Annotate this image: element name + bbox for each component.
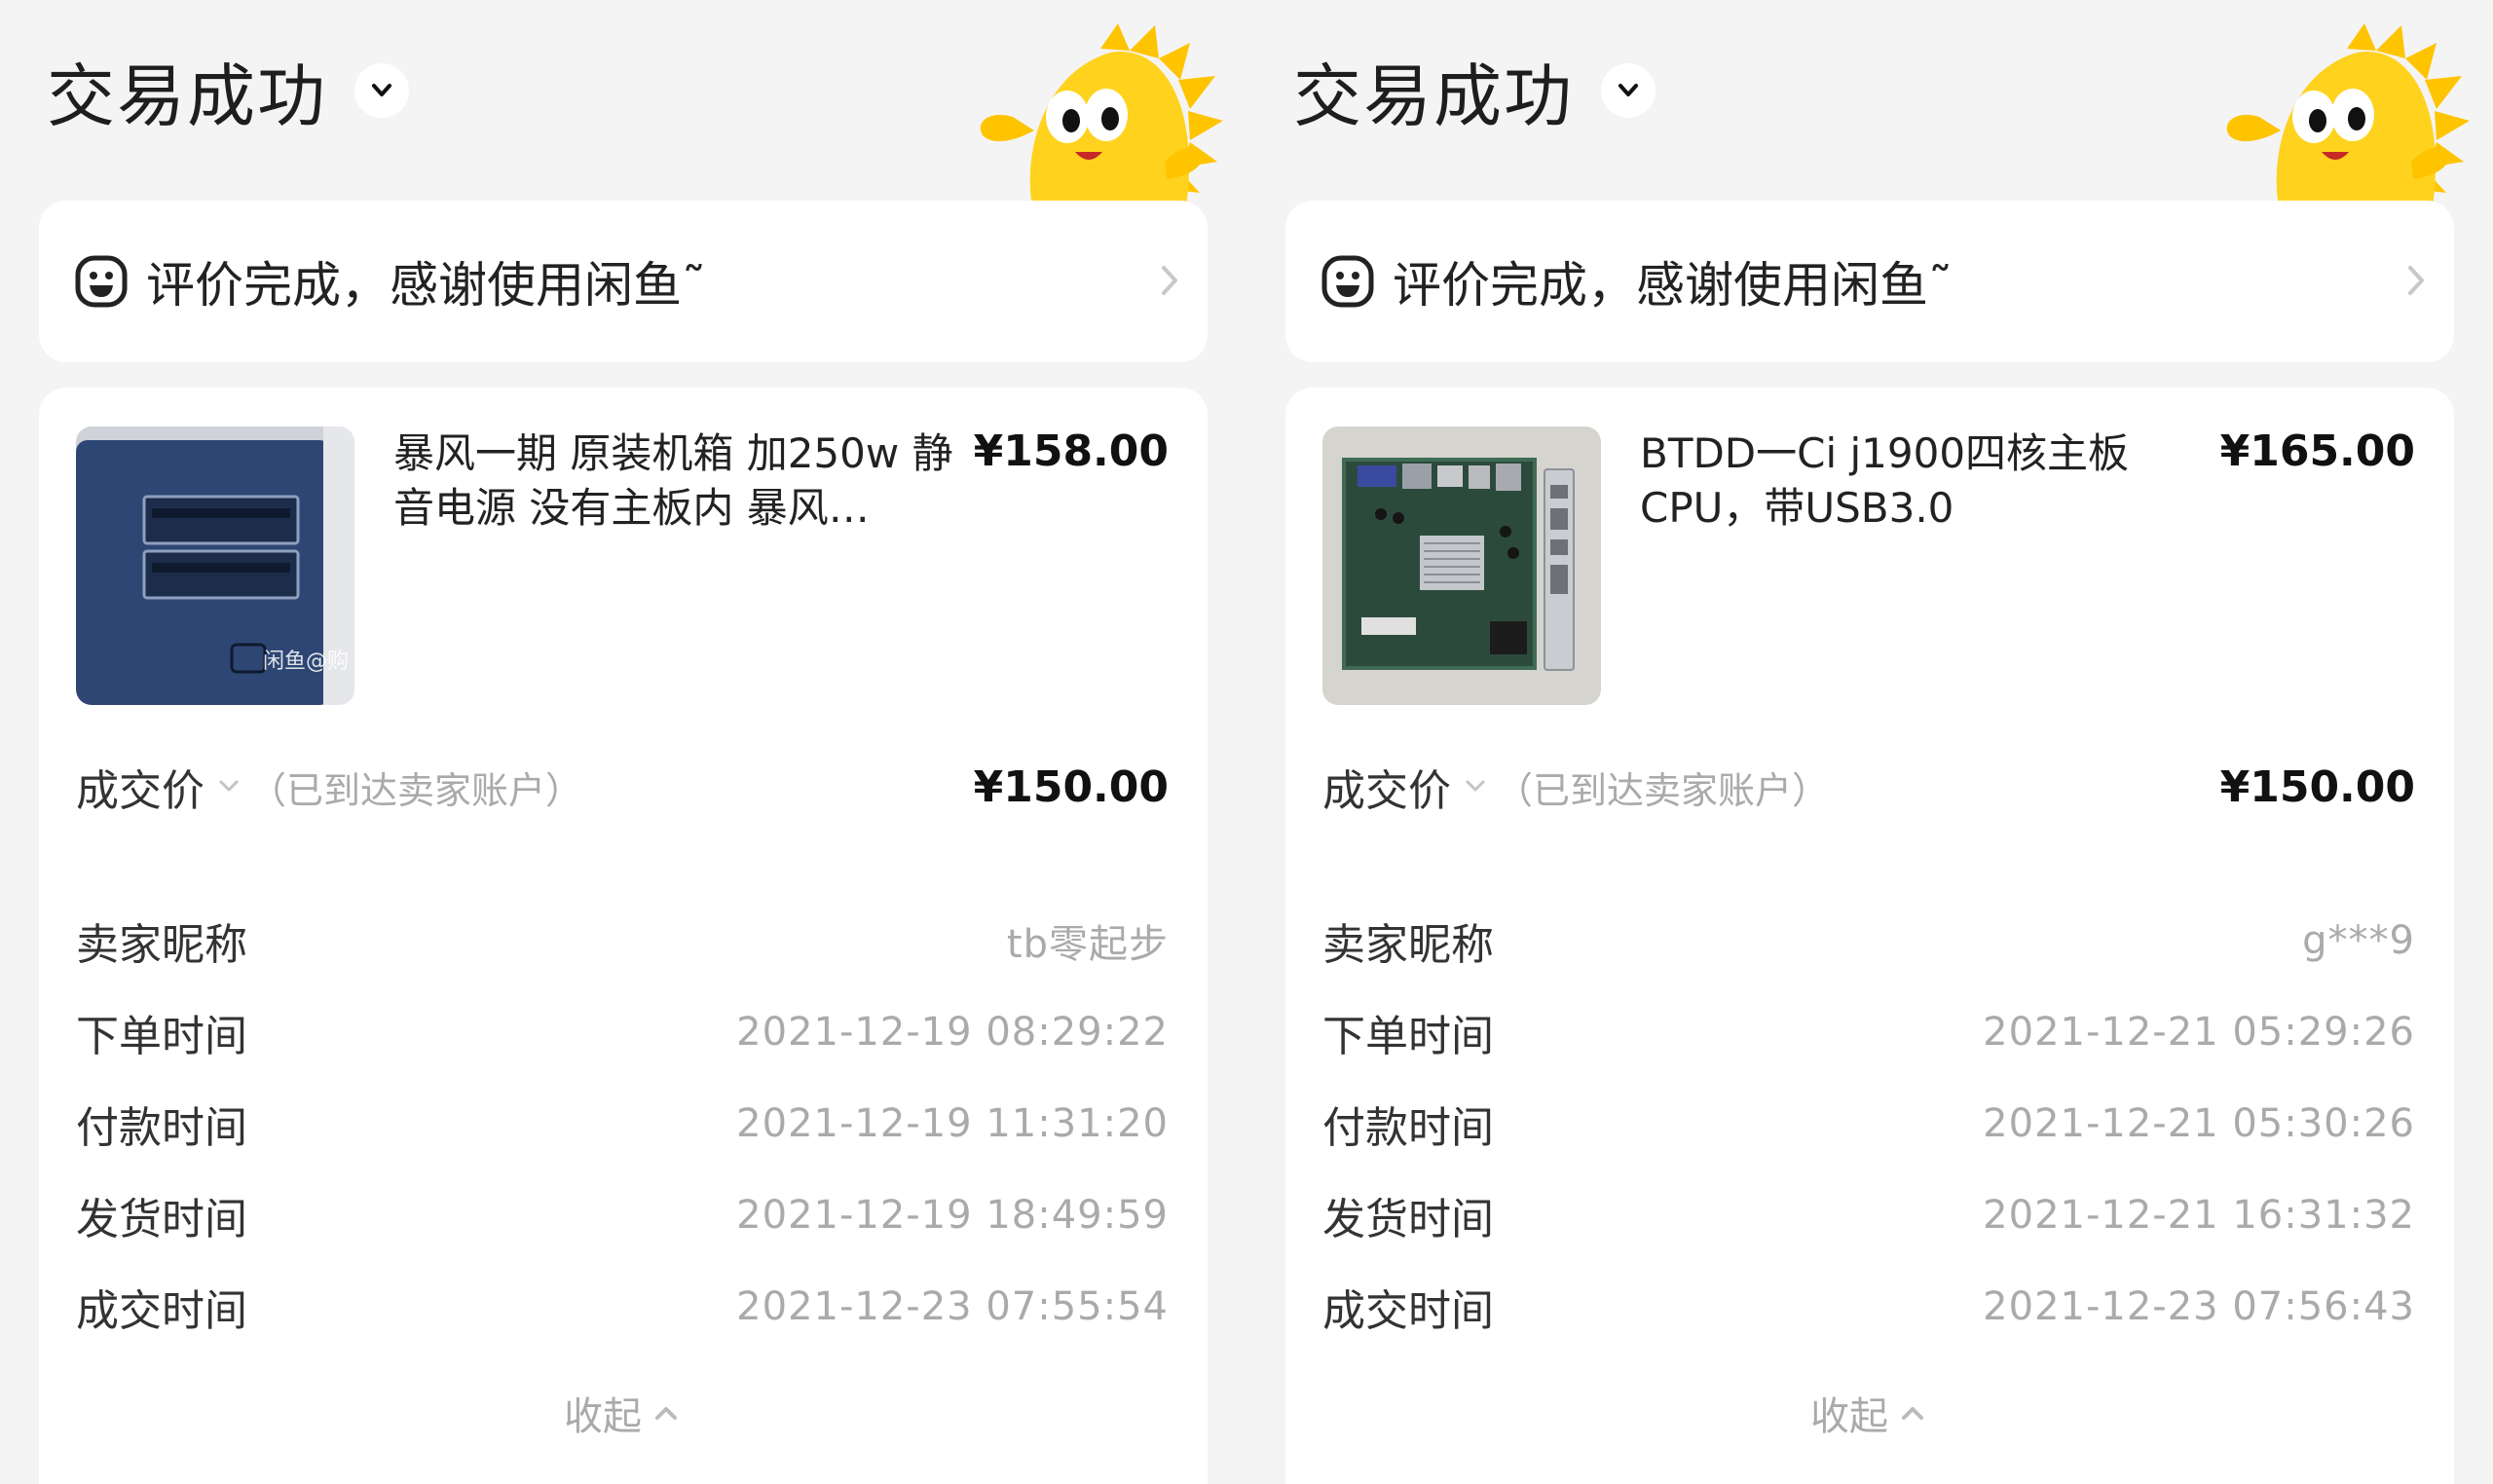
chevron-right-icon [2408, 266, 2424, 295]
chevron-down-icon [1466, 780, 1485, 792]
info-value: 2021-12-19 08:29:22 [736, 1010, 1169, 1055]
status-expand-button[interactable] [1601, 63, 1656, 118]
info-row-ship-time: 发货时间 2021-12-21 16:31:32 [1322, 1186, 2415, 1244]
product-image[interactable]: 闲鱼@购 [76, 427, 354, 705]
deal-price-value: ¥150.00 [2219, 761, 2415, 812]
info-label: 成交时间 [76, 1286, 247, 1336]
collapse-button[interactable]: 收起 [39, 1385, 1208, 1441]
order-panel-1: 交易成功 评价完成，感谢使用闲鱼˜ 闲鱼@购 暴风一期 原装机箱 加250w 静… [0, 0, 1246, 1484]
info-value: 2021-12-23 07:56:43 [1983, 1284, 2415, 1329]
collapse-button[interactable]: 收起 [1285, 1385, 2454, 1441]
review-banner[interactable]: 评价完成，感谢使用闲鱼˜ [39, 201, 1208, 362]
nas-case-image: 闲鱼@购 [76, 427, 354, 705]
info-value: 2021-12-19 18:49:59 [736, 1193, 1169, 1238]
info-label: 付款时间 [1322, 1103, 1494, 1153]
info-value[interactable]: tb零起步 [1007, 912, 1169, 969]
order-panel-2: 交易成功 评价完成，感谢使用闲鱼˜ BTDD一Ci j1900四核主板 CPU，… [1246, 0, 2493, 1484]
deal-price-label: 成交价 [76, 766, 205, 816]
collapse-label: 收起 [564, 1394, 642, 1439]
product-title[interactable]: BTDD一Ci j1900四核主板 CPU，带USB3.0 [1640, 427, 2214, 536]
info-value: 2021-12-23 07:55:54 [736, 1284, 1169, 1329]
info-label: 付款时间 [76, 1103, 247, 1153]
deal-price-value: ¥150.00 [973, 761, 1169, 812]
status-expand-button[interactable] [354, 63, 409, 118]
info-row-ship-time: 发货时间 2021-12-19 18:49:59 [76, 1186, 1169, 1244]
chevron-up-icon [655, 1407, 677, 1420]
chevron-down-icon [1619, 84, 1638, 96]
info-label: 发货时间 [1322, 1195, 1494, 1244]
order-detail-card: 闲鱼@购 暴风一期 原装机箱 加250w 静音电源 没有主板内 暴风… ¥158… [39, 388, 1208, 1484]
review-text: 评价完成，感谢使用闲鱼˜ [146, 257, 706, 314]
info-row-seller: 卖家昵称 tb零起步 [76, 911, 1169, 970]
order-status-title: 交易成功 [47, 56, 327, 136]
smiley-icon [1321, 255, 1374, 308]
info-label: 下单时间 [76, 1012, 247, 1061]
info-label: 下单时间 [1322, 1012, 1494, 1061]
review-banner[interactable]: 评价完成，感谢使用闲鱼˜ [1285, 201, 2454, 362]
fish-mascot-icon [980, 23, 1223, 206]
info-label: 卖家昵称 [1322, 920, 1494, 970]
info-label: 卖家昵称 [76, 920, 247, 970]
motherboard-image [1322, 427, 1601, 705]
screen: 交易成功 评价完成，感谢使用闲鱼˜ 闲鱼@购 暴风一期 原装机箱 加250w 静… [0, 0, 2493, 1484]
smiley-icon [75, 255, 128, 308]
image-watermark: 闲鱼@购 [263, 649, 349, 674]
deal-price-note: （已到达卖家账户） [1496, 768, 1830, 812]
info-value: 2021-12-21 16:31:32 [1983, 1193, 2415, 1238]
info-row-deal-time: 成交时间 2021-12-23 07:55:54 [76, 1278, 1169, 1336]
info-value: 2021-12-21 05:29:26 [1983, 1010, 2415, 1055]
product-price: ¥165.00 [2219, 427, 2415, 476]
deal-price-row[interactable]: 成交价 （已到达卖家账户） ¥150.00 [1322, 758, 2415, 817]
info-row-seller: 卖家昵称 g***9 [1322, 911, 2415, 970]
chevron-up-icon [1902, 1407, 1923, 1420]
info-value[interactable]: g***9 [2302, 918, 2415, 963]
product-title[interactable]: 暴风一期 原装机箱 加250w 静音电源 没有主板内 暴风… [393, 427, 968, 536]
order-status-title: 交易成功 [1293, 56, 1574, 136]
collapse-label: 收起 [1810, 1394, 1888, 1439]
chevron-down-icon [219, 780, 239, 792]
deal-price-label: 成交价 [1322, 766, 1451, 816]
chevron-right-icon [1162, 266, 1177, 295]
order-status-header[interactable]: 交易成功 [47, 47, 409, 136]
deal-price-row[interactable]: 成交价 （已到达卖家账户） ¥150.00 [76, 758, 1169, 817]
deal-price-note: （已到达卖家账户） [249, 768, 583, 812]
info-value: 2021-12-21 05:30:26 [1983, 1101, 2415, 1146]
info-row-order-time: 下单时间 2021-12-19 08:29:22 [76, 1003, 1169, 1061]
info-label: 成交时间 [1322, 1286, 1494, 1336]
product-price: ¥158.00 [973, 427, 1169, 476]
info-row-deal-time: 成交时间 2021-12-23 07:56:43 [1322, 1278, 2415, 1336]
info-row-pay-time: 付款时间 2021-12-19 11:31:20 [76, 1094, 1169, 1153]
product-image[interactable] [1322, 427, 1601, 705]
chevron-down-icon [372, 84, 391, 96]
info-value: 2021-12-19 11:31:20 [736, 1101, 1169, 1146]
order-status-header[interactable]: 交易成功 [1293, 47, 1656, 136]
info-label: 发货时间 [76, 1195, 247, 1244]
fish-mascot-icon [2226, 23, 2470, 206]
info-row-pay-time: 付款时间 2021-12-21 05:30:26 [1322, 1094, 2415, 1153]
info-row-order-time: 下单时间 2021-12-21 05:29:26 [1322, 1003, 2415, 1061]
review-text: 评价完成，感谢使用闲鱼˜ [1393, 257, 1953, 314]
order-detail-card: BTDD一Ci j1900四核主板 CPU，带USB3.0 ¥165.00 成交… [1285, 388, 2454, 1484]
